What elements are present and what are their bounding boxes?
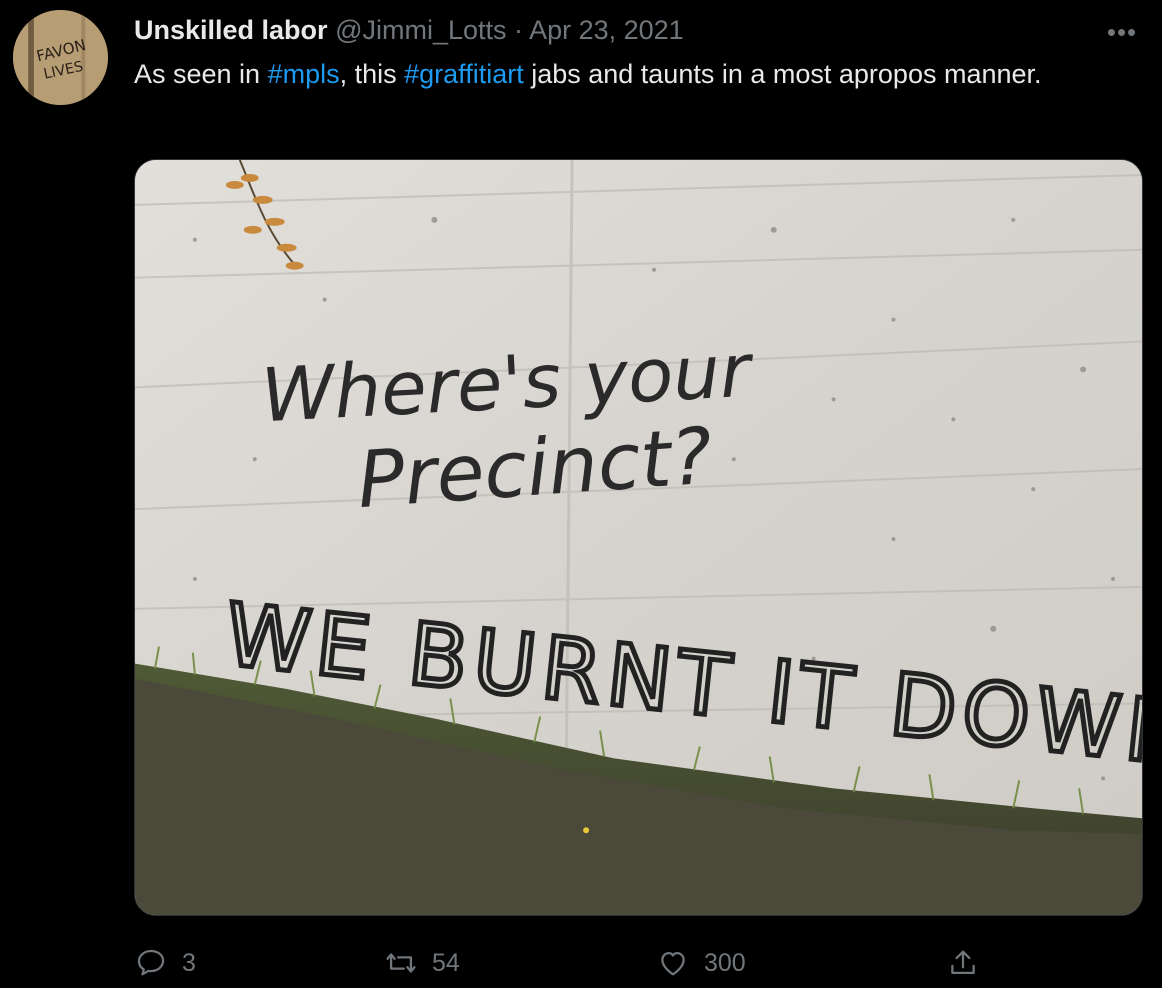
author-handle[interactable]: @Jimmi_Lotts bbox=[335, 15, 506, 45]
tweet-text-part-1: As seen in bbox=[134, 59, 268, 89]
reply-button[interactable]: 3 bbox=[134, 938, 196, 988]
like-button[interactable]: 300 bbox=[656, 938, 746, 988]
heart-icon bbox=[661, 951, 685, 976]
tweet-photo[interactable]: Where's your Precinct? WE BURNT IT DOWN bbox=[134, 159, 1143, 916]
tweet-header: Unskilled labor @Jimmi_Lotts · Apr 23, 2… bbox=[134, 12, 684, 48]
tweet-actions: 3 54 300 bbox=[134, 938, 1014, 988]
share-button[interactable] bbox=[946, 938, 980, 988]
author-name[interactable]: Unskilled labor bbox=[134, 15, 328, 45]
like-count: 300 bbox=[704, 948, 746, 977]
tweet-date[interactable]: Apr 23, 2021 bbox=[529, 15, 684, 45]
avatar[interactable]: FAVON LIVES bbox=[13, 10, 108, 105]
share-icon bbox=[951, 950, 975, 975]
hashtag-mpls[interactable]: #mpls bbox=[268, 59, 340, 89]
tweet-text-part-3: jabs and taunts in a most apropos manner… bbox=[523, 59, 1042, 89]
retweet-icon bbox=[386, 953, 416, 973]
more-options-button[interactable]: ••• bbox=[1104, 14, 1140, 50]
reply-icon bbox=[137, 949, 165, 976]
retweet-count: 54 bbox=[432, 948, 460, 977]
hashtag-graffitiart[interactable]: #graffitiart bbox=[404, 59, 524, 89]
more-icon: ••• bbox=[1106, 16, 1138, 47]
tweet-text-part-2: , this bbox=[339, 59, 405, 89]
retweet-button[interactable]: 54 bbox=[384, 938, 460, 988]
tweet-text: As seen in #mpls, this #graffitiart jabs… bbox=[134, 55, 1124, 94]
header-separator: · bbox=[514, 15, 524, 45]
reply-count: 3 bbox=[182, 948, 196, 977]
avatar-image: FAVON LIVES bbox=[13, 10, 108, 105]
graffiti-photo: Where's your Precinct? WE BURNT IT DOWN bbox=[135, 160, 1142, 915]
